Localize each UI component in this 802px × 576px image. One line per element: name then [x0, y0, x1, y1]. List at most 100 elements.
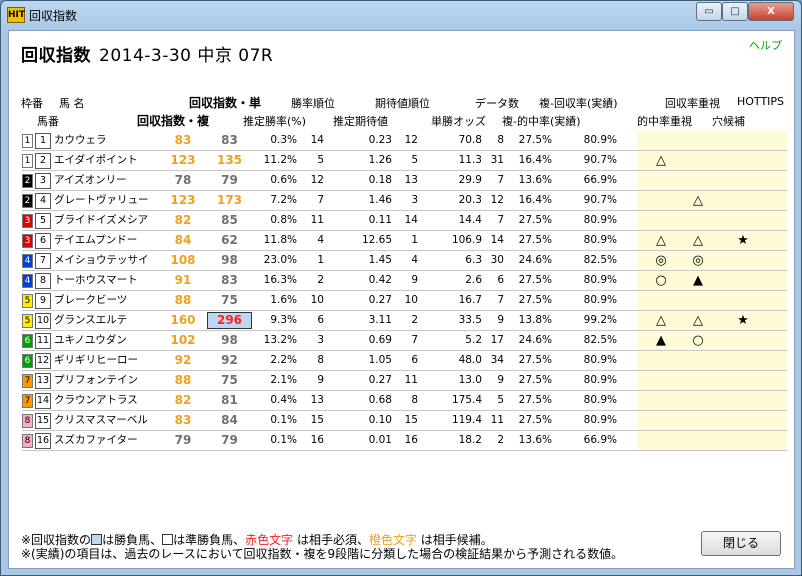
- value-c8: 82.5%: [583, 334, 617, 346]
- mark-focus-hit: [650, 411, 672, 430]
- value-c3: 1.26: [368, 154, 392, 166]
- table-row[interactable]: 4 7 メイショウテッサイ 108 98 23.0% 1 1.45 4 6.3 30 24.6% 82.…: [22, 251, 787, 271]
- page-title: 回収指数 2014-3-30 中京 07R: [21, 41, 273, 66]
- value-c8: 80.9%: [583, 374, 617, 386]
- value-c6: 17: [490, 334, 504, 346]
- mark-focus-return: [687, 151, 709, 170]
- help-link[interactable]: ヘルプ: [749, 37, 782, 53]
- uma-cell: 13: [35, 373, 51, 389]
- table-row[interactable]: 3 5 ブライドイズメシア 82 85 0.8% 11 0.11 14 14.4 7 27.5% 80.…: [22, 211, 787, 231]
- value-c3: 1.46: [368, 194, 392, 206]
- value-c5: 20.3: [458, 194, 482, 206]
- mark-focus-return: ○: [692, 333, 704, 348]
- app-window: HIT 回収指数 ▭ □ X ヘルプ 回収指数 2014-3-30 中京 07R …: [0, 0, 802, 576]
- header-waku: 枠番: [21, 97, 43, 110]
- horse-name: メイショウテッサイ: [54, 254, 149, 266]
- waku-cell: 4: [22, 274, 33, 288]
- value-c3: 0.27: [368, 374, 392, 386]
- value-c1: 11.8%: [263, 234, 297, 246]
- horse-name: クラウンアトラス: [54, 394, 138, 406]
- value-c1: 13.2%: [263, 334, 297, 346]
- table-row[interactable]: 3 6 テイエムプンドー 84 62 11.8% 4 12.65 1 106.9 14 27.5% 80…: [22, 231, 787, 251]
- horse-name: アイズオンリー: [54, 174, 127, 186]
- value-c7: 24.6%: [518, 254, 552, 266]
- app-icon: HIT: [7, 7, 25, 23]
- mark-longshot: [732, 131, 754, 150]
- value-c2: 8: [317, 354, 324, 366]
- index-single-value: 123: [170, 153, 196, 167]
- value-c6: 9: [497, 314, 504, 326]
- index-single-value: 91: [174, 273, 192, 287]
- maximize-button[interactable]: □: [722, 2, 748, 21]
- value-c2: 10: [310, 294, 324, 306]
- uma-cell: 12: [35, 353, 51, 369]
- table-row[interactable]: 2 4 グレートヴァリュー 123 173 7.2% 7 1.46 3 20.3 12 16.4% 90…: [22, 191, 787, 211]
- uma-cell: 8: [35, 273, 51, 289]
- value-c7: 27.5%: [518, 374, 552, 386]
- horse-name: ギリギリヒーロー: [54, 354, 138, 366]
- value-c4: 11: [404, 374, 418, 386]
- index-place-value: 92: [221, 353, 238, 367]
- table-row[interactable]: 1 2 エイダイポイント 123 135 11.2% 5 1.26 5 11.3 31 16.4% 90…: [22, 151, 787, 171]
- mark-longshot: [732, 371, 754, 390]
- index-place-value: 62: [221, 233, 238, 247]
- value-c2: 16: [310, 434, 324, 446]
- table-row[interactable]: 2 3 アイズオンリー 78 79 0.6% 12 0.18 13 29.9 7 13.6% 66.9%: [22, 171, 787, 191]
- value-c5: 2.6: [465, 274, 482, 286]
- header-index-single: 回収指数・単: [189, 96, 262, 110]
- table-row[interactable]: 5 9 ブレークビーツ 88 75 1.6% 10 0.27 10 16.7 7 27.5% 80.9%: [22, 291, 787, 311]
- horse-name: ブレークビーツ: [54, 294, 128, 306]
- table-row[interactable]: 6 11 ユキノユウダン 102 98 13.2% 3 0.69 7 5.2 17 24.6% 82.5…: [22, 331, 787, 351]
- value-c4: 12: [404, 134, 418, 146]
- header-name: 馬 名: [59, 97, 85, 110]
- index-place-value: 84: [221, 413, 238, 427]
- table-row[interactable]: 8 15 クリスマスマーベル 83 84 0.1% 15 0.10 15 119.4 11 27.5%…: [22, 411, 787, 431]
- mark-longshot: [732, 291, 754, 310]
- value-c7: 13.6%: [518, 174, 552, 186]
- value-c8: 99.2%: [583, 314, 617, 326]
- value-c6: 7: [497, 174, 504, 186]
- table-row[interactable]: 7 14 クラウンアトラス 82 81 0.4% 13 0.68 8 175.4 5 27.5% 80.…: [22, 391, 787, 411]
- value-c8: 80.9%: [583, 354, 617, 366]
- index-place-value: 79: [221, 173, 238, 187]
- value-c6: 34: [490, 354, 504, 366]
- index-single-value: 92: [174, 353, 192, 367]
- value-c1: 0.1%: [270, 414, 297, 426]
- close-button[interactable]: 閉じる: [701, 531, 781, 556]
- horse-name: グレートヴァリュー: [54, 194, 149, 206]
- uma-cell: 7: [35, 253, 51, 269]
- table-row[interactable]: 8 16 スズカファイター 79 79 0.1% 16 0.01 16 18.2 2 13.6% 66.…: [22, 431, 787, 451]
- value-c4: 3: [411, 194, 418, 206]
- value-c5: 29.9: [458, 174, 482, 186]
- horse-name: エイダイポイント: [54, 154, 138, 166]
- table-row[interactable]: 4 8 トーホウスマート 91 83 16.3% 2 0.42 9 2.6 6 27.5% 80.9% ○…: [22, 271, 787, 291]
- table-row[interactable]: 6 12 ギリギリヒーロー 92 92 2.2% 8 1.05 6 48.0 34 27.5% 80.9…: [22, 351, 787, 371]
- value-c6: 7: [497, 214, 504, 226]
- table-row[interactable]: 7 13 プリフォンテイン 88 75 2.1% 9 0.27 11 13.0 9 27.5% 80.9…: [22, 371, 787, 391]
- uma-cell: 5: [35, 213, 51, 229]
- uma-cell: 4: [35, 193, 51, 209]
- minimize-button[interactable]: ▭: [696, 2, 722, 21]
- mark-focus-hit: [650, 391, 672, 410]
- header-longshot: 穴候補: [712, 115, 745, 128]
- mark-focus-hit: [650, 351, 672, 370]
- value-c2: 4: [317, 234, 324, 246]
- index-single-value: 83: [174, 413, 192, 427]
- value-c2: 6: [317, 314, 324, 326]
- header-hit-rate: 複-的中率(実績): [502, 115, 581, 128]
- value-c5: 16.7: [458, 294, 482, 306]
- close-window-button[interactable]: X: [748, 2, 794, 21]
- index-single-value: 88: [174, 373, 192, 387]
- title-bar[interactable]: HIT 回収指数 ▭ □ X: [1, 1, 801, 29]
- table-row[interactable]: 5 10 グランスエルテ 160 296 9.3% 6 3.11 2 33.5 9 13.8% 99.2…: [22, 311, 787, 331]
- uma-cell: 9: [35, 293, 51, 309]
- value-c5: 6.3: [465, 254, 482, 266]
- value-c3: 3.11: [368, 314, 392, 326]
- value-c4: 9: [411, 274, 418, 286]
- horse-name: スズカファイター: [54, 434, 138, 446]
- horse-name: プリフォンテイン: [54, 374, 138, 386]
- value-c4: 14: [404, 214, 418, 226]
- table-row[interactable]: 1 1 カウウェラ 83 83 0.3% 14 0.23 12 70.8 8 27.5% 80.9%: [22, 131, 787, 151]
- value-c1: 9.3%: [270, 314, 297, 326]
- mark-longshot: ★: [737, 233, 749, 248]
